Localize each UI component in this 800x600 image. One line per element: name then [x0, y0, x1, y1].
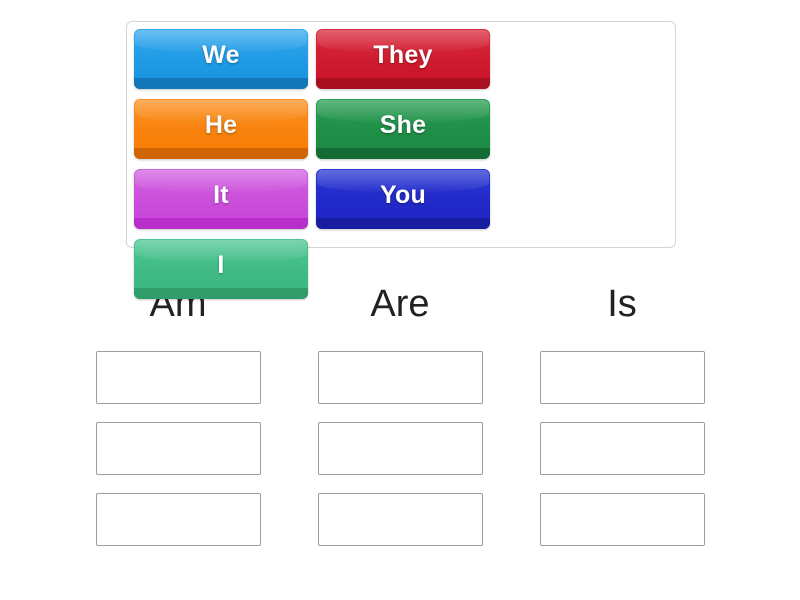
- word-tile-label: They: [373, 41, 433, 69]
- word-tile-label: We: [202, 41, 240, 69]
- word-tile-we[interactable]: We: [134, 29, 308, 89]
- word-tile-label: It: [213, 181, 229, 209]
- dropzone-is-3[interactable]: [539, 493, 705, 546]
- dropzone-is-1[interactable]: [539, 351, 705, 404]
- word-tile-he[interactable]: He: [134, 99, 308, 159]
- category-column-are: Are: [289, 285, 511, 546]
- word-tile-label: You: [380, 181, 426, 209]
- word-tile-you[interactable]: You: [316, 169, 490, 229]
- category-column-am: Am: [67, 285, 289, 546]
- word-tile-label: He: [204, 111, 238, 139]
- dropzone-am-1[interactable]: [95, 351, 261, 404]
- dropzone-am-2[interactable]: [95, 422, 261, 475]
- dropzone-are-2[interactable]: [317, 422, 483, 475]
- word-tile-they[interactable]: They: [316, 29, 490, 89]
- word-tile-it[interactable]: It: [134, 169, 308, 229]
- dropzone-is-2[interactable]: [539, 422, 705, 475]
- dropzone-are-3[interactable]: [317, 493, 483, 546]
- category-title: Are: [370, 283, 430, 325]
- word-tile-label: I: [217, 251, 225, 279]
- word-tile-she[interactable]: She: [316, 99, 490, 159]
- category-column-is: Is: [511, 285, 733, 546]
- word-bank-container: We They He She It You I: [126, 21, 676, 299]
- dropzone-am-3[interactable]: [95, 493, 261, 546]
- dropzone-are-1[interactable]: [317, 351, 483, 404]
- word-tile-label: She: [379, 111, 427, 139]
- word-tile-i[interactable]: I: [134, 239, 308, 299]
- category-columns: Am Are Is: [0, 285, 800, 546]
- category-title: Is: [607, 283, 637, 325]
- word-bank-tile-list: We They He She It You I: [134, 29, 675, 309]
